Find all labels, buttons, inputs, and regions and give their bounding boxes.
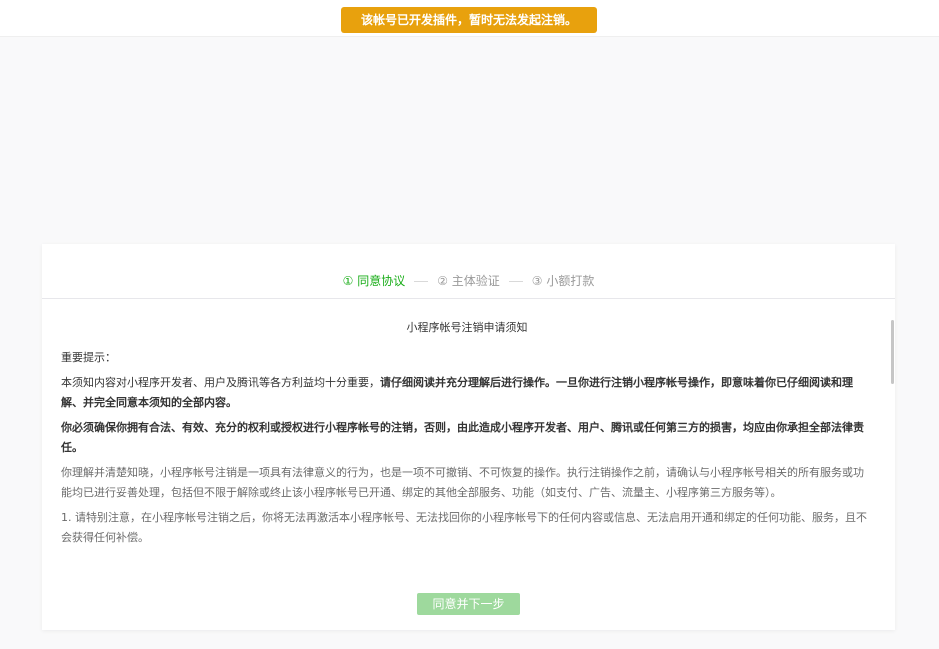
step-agree: ① 同意协议 [342, 274, 406, 288]
notice-paragraph-1: 本须知内容对小程序开发者、用户及腾讯等各方利益均十分重要，请仔细阅读并充分理解后… [61, 373, 873, 413]
notice-scroll-area[interactable]: 小程序帐号注销申请须知 重要提示： 本须知内容对小程序开发者、用户及腾讯等各方利… [61, 318, 873, 556]
agree-next-button[interactable]: 同意并下一步 [417, 593, 520, 615]
step-verify: ② 主体验证 [437, 274, 500, 288]
step-payment: ③ 小额打款 [531, 274, 595, 288]
notice-paragraph-3: 你理解并清楚知晓，小程序帐号注销是一项具有法律意义的行为，也是一项不可撤销、不可… [61, 466, 864, 499]
notice-title: 小程序帐号注销申请须知 [406, 321, 528, 334]
steps-divider [42, 298, 895, 299]
notice-heading: 重要提示： [61, 351, 116, 364]
step-separator [508, 281, 523, 282]
step-indicator: ① 同意协议 ② 主体验证 ③ 小额打款 [42, 272, 895, 289]
notice-paragraph-4: 1. 请特别注意，在小程序帐号注销之后，你将无法再激活本小程序帐号、无法找回你的… [61, 511, 867, 544]
step-separator [414, 281, 429, 282]
account-cancel-card: ① 同意协议 ② 主体验证 ③ 小额打款 小程序帐号注销申请须知 重要提示： 本须知… [42, 244, 895, 630]
notice-paragraph-2: 你必须确保你拥有合法、有效、充分的权利或授权进行小程序帐号的注销，否则，由此造成… [61, 421, 864, 454]
notice-p1-normal: 本须知内容对小程序开发者、用户及腾讯等各方利益均十分重要， [61, 376, 380, 389]
warning-toast: 该帐号已开发插件，暂时无法发起注销。 [341, 7, 597, 33]
scrollbar-thumb[interactable] [891, 320, 894, 384]
